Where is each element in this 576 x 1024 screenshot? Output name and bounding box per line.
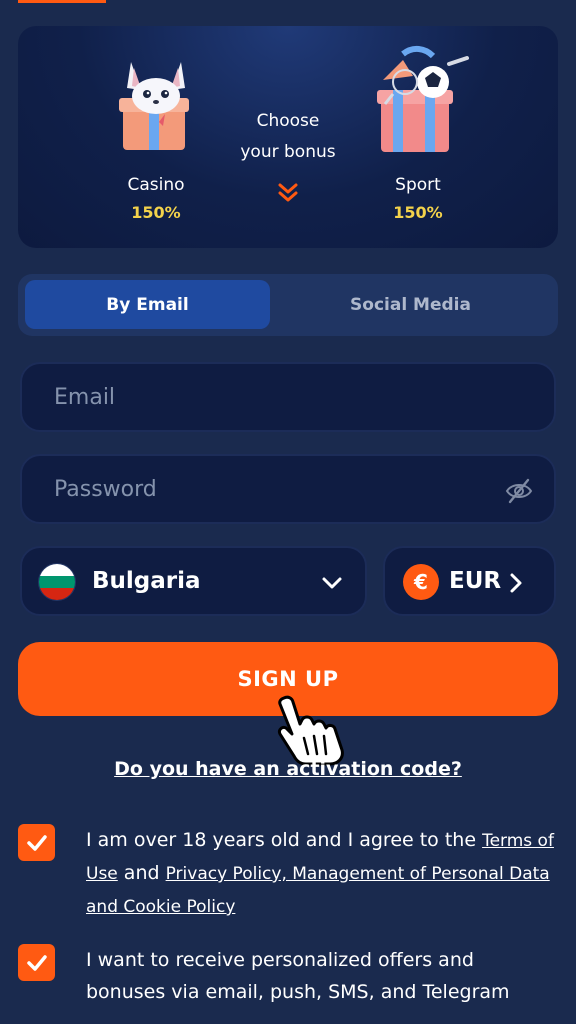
password-input[interactable] <box>54 476 474 502</box>
country-select[interactable]: Bulgaria <box>20 546 367 616</box>
sport-bonus-percent: 150% <box>393 203 443 222</box>
sport-bonus-label: Sport <box>395 175 441 195</box>
tab-social-media[interactable]: Social Media <box>288 280 533 329</box>
terms-consent-text: I am over 18 years old and I agree to th… <box>86 824 558 923</box>
currency-select[interactable]: € EUR <box>383 546 556 616</box>
sport-bonus-option[interactable]: Sport 150% <box>328 26 508 248</box>
terms-text-mid: and <box>117 862 166 884</box>
email-field-container <box>20 362 556 432</box>
checkmark-icon <box>26 834 47 851</box>
fox-gift-icon <box>101 40 211 160</box>
tab-by-email[interactable]: By Email <box>25 280 270 329</box>
bonus-selector-card: Casino 150% Choose your bonus Sport 150% <box>18 26 558 248</box>
casino-bonus-percent: 150% <box>131 203 181 222</box>
registration-page: Casino 150% Choose your bonus Sport 150%… <box>0 0 576 1024</box>
chevron-right-icon <box>506 572 526 594</box>
currency-label: EUR <box>449 568 502 594</box>
sport-gift-icon <box>363 40 473 160</box>
offers-consent-text: I want to receive personalized offers an… <box>86 949 510 1003</box>
terms-checkbox[interactable] <box>18 824 55 861</box>
country-label: Bulgaria <box>92 568 201 594</box>
email-input[interactable] <box>54 384 474 410</box>
offers-checkbox[interactable] <box>18 944 55 981</box>
checkmark-icon <box>26 954 47 971</box>
terms-text-before: I am over 18 years old and I agree to th… <box>86 829 483 851</box>
bulgaria-flag-icon <box>38 563 76 601</box>
chevron-down-icon <box>321 572 343 594</box>
casino-bonus-label: Casino <box>127 175 185 195</box>
password-field-container <box>20 454 556 524</box>
top-accent-bar <box>18 0 106 3</box>
double-chevron-down-icon <box>276 181 300 205</box>
signup-method-tabs: By Email Social Media <box>18 274 558 336</box>
euro-icon: € <box>403 564 439 600</box>
eye-off-icon[interactable] <box>504 476 534 506</box>
activation-code-link[interactable]: Do you have an activation code? <box>0 758 576 780</box>
hand-pointer-icon <box>270 694 348 766</box>
